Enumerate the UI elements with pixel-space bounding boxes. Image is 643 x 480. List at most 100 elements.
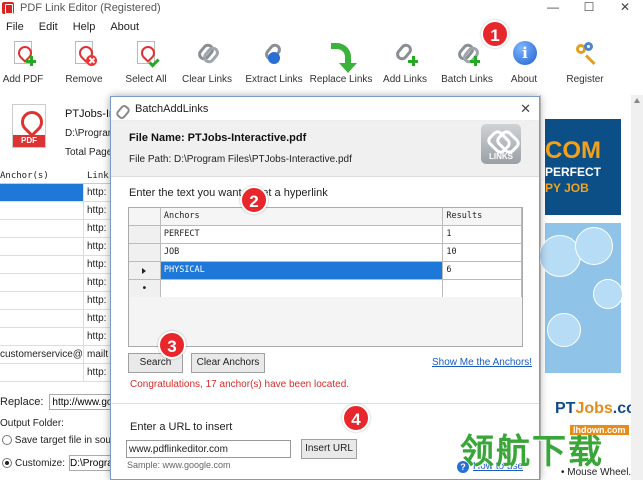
ad-line2: PY JOB [545, 181, 589, 195]
register-label: Register [566, 74, 604, 85]
ad-line1: PERFECT [545, 165, 602, 179]
anchor-cell [0, 274, 84, 291]
url-input[interactable] [126, 440, 291, 458]
result-cell: 10 [443, 244, 522, 262]
extract-links-button[interactable]: Extract Links [244, 36, 304, 90]
replace-links-button[interactable]: Replace Links [304, 36, 378, 90]
anchor-cell[interactable] [160, 280, 444, 298]
anchor-cell [0, 202, 84, 219]
col-anchor-header[interactable]: Anchor(s) [0, 169, 84, 183]
add-links-button[interactable]: Add Links [378, 36, 432, 90]
table-row[interactable]: http: [0, 202, 120, 220]
url-sample-hint: Sample: www.google.com [127, 460, 231, 470]
dialog-title-bar: BatchAddLinks ✕ [111, 97, 539, 121]
table-row[interactable]: http: [0, 220, 120, 238]
anchor-cell[interactable]: JOB [160, 244, 444, 262]
insert-url-button[interactable]: Insert URL [301, 439, 357, 459]
table-row[interactable]: http: [0, 274, 120, 292]
links-table: Anchor(s) Link http: http: http: http: h… [0, 169, 120, 382]
show-anchors-link[interactable]: Show Me the Anchors! [432, 357, 532, 368]
select-all-button[interactable]: Select All [122, 36, 170, 90]
add-link-icon [392, 40, 418, 66]
result-cell [443, 280, 522, 298]
new-row-star-icon: • [129, 280, 161, 298]
table-row[interactable]: http: [0, 184, 120, 202]
step-marker-4: 4 [342, 404, 370, 432]
dialog-file-path: File Path: D:\Program Files\PTJobs-Inter… [129, 154, 352, 165]
current-row-arrow-icon [129, 262, 161, 280]
remove-icon [71, 40, 97, 66]
anchor-cell[interactable]: PERFECT [160, 226, 444, 244]
about-label: About [510, 74, 538, 85]
col-anchors-header[interactable]: Anchors [160, 208, 444, 226]
green-arrow-icon [328, 40, 357, 73]
menu-about[interactable]: About [110, 21, 139, 33]
anchor-cell [0, 184, 84, 201]
customize-label: Customize: [15, 457, 66, 469]
menu-help[interactable]: Help [73, 21, 96, 33]
links-logo-icon: LINKS [481, 124, 521, 164]
table-row[interactable]: customerservice@... mailt [0, 346, 120, 364]
customize-radio[interactable] [2, 458, 12, 468]
site-watermark: 领航下载 lhdown.com [458, 420, 638, 476]
pdf-file-icon: PDF [12, 104, 46, 148]
table-row[interactable]: http: [0, 238, 120, 256]
menu-edit[interactable]: Edit [39, 21, 58, 33]
links-table-header: Anchor(s) Link [0, 169, 120, 184]
file-path: D:\Program [65, 128, 117, 139]
anchors-grid-header: Anchors Results [129, 208, 522, 226]
table-row[interactable]: http: [0, 256, 120, 274]
result-message: Congratulations, 17 anchor(s) have been … [130, 379, 350, 390]
add-pdf-button[interactable]: Add PDF [0, 36, 46, 90]
broken-link-icon [194, 40, 222, 66]
close-button[interactable]: ✕ [607, 0, 643, 16]
url-label: Enter a URL to insert [130, 421, 233, 433]
preview-graphic [539, 223, 623, 373]
anchor-cell[interactable]: PHYSICAL [160, 262, 444, 280]
watermark-site: lhdown.com [570, 425, 629, 435]
save-in-source-option[interactable]: Save target file in sourc [2, 435, 119, 446]
minimize-button[interactable]: — [535, 0, 571, 16]
anchor-cell [0, 328, 84, 345]
anchors-grid: Anchors Results PERFECT 1 JOB 10 PHYSICA… [128, 207, 523, 347]
save-in-source-radio[interactable] [2, 435, 12, 446]
app-icon [2, 2, 14, 14]
dialog-close-button[interactable]: ✕ [520, 101, 531, 117]
anchor-cell [0, 238, 84, 255]
menu-bar: File Edit Help About [0, 18, 148, 36]
table-row[interactable]: http: [0, 364, 120, 382]
anchor-cell [0, 364, 84, 381]
table-row[interactable]: PHYSICAL 6 [129, 262, 522, 280]
register-button[interactable]: Register [546, 36, 624, 90]
remove-button[interactable]: Remove [46, 36, 122, 90]
window-controls: — ☐ ✕ [535, 0, 643, 16]
window-title: PDF Link Editor (Registered) [20, 2, 161, 14]
add-pdf-icon [10, 40, 36, 66]
add-pdf-label: Add PDF [2, 74, 44, 85]
clear-anchors-button[interactable]: Clear Anchors [191, 353, 265, 373]
table-row[interactable]: http: [0, 310, 120, 328]
clear-links-button[interactable]: Clear Links [170, 36, 244, 90]
new-row[interactable]: • [129, 280, 522, 298]
maximize-button[interactable]: ☐ [571, 0, 607, 16]
anchor-cell [0, 256, 84, 273]
select-all-label: Select All [125, 74, 167, 85]
col-results-header[interactable]: Results [443, 208, 522, 226]
info-icon: i [511, 40, 537, 66]
table-row[interactable]: http: [0, 292, 120, 310]
step-marker-2: 2 [240, 186, 268, 214]
link-icon [117, 103, 129, 115]
menu-file[interactable]: File [6, 21, 24, 33]
about-button[interactable]: i About [502, 36, 546, 90]
anchor-cell [0, 292, 84, 309]
divider [111, 403, 539, 404]
anchor-cell [0, 310, 84, 327]
step-marker-3: 3 [158, 331, 186, 359]
table-row[interactable]: JOB 10 [129, 244, 522, 262]
table-row[interactable]: PERFECT 1 [129, 226, 522, 244]
customize-option[interactable]: Customize: [2, 455, 126, 471]
batch-links-label: Batch Links [441, 74, 493, 85]
dialog-file-header: File Name: PTJobs-Interactive.pdf File P… [111, 121, 539, 177]
file-info-panel: PDF PTJobs-In D:\Program Total Page [0, 100, 120, 168]
table-row[interactable]: http: [0, 328, 120, 346]
